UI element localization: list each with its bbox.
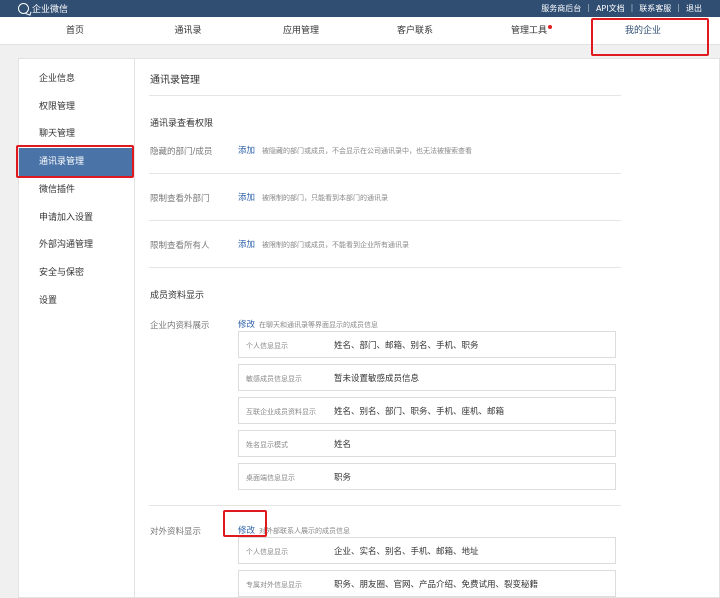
link-logout[interactable]: 退出 [686, 3, 702, 14]
edit-internal-display-link[interactable]: 修改 [238, 318, 255, 330]
info-value: 企业、实名、别名、手机、邮箱、地址 [334, 547, 479, 557]
link-contact-support[interactable]: 联系客服 [639, 3, 671, 14]
row-label-hidden-members: 隐藏的部门/成员 [150, 147, 213, 157]
divider [149, 267, 621, 268]
top-links: 服务商后台 | API文档 | 联系客服 | 退出 [541, 3, 702, 14]
add-restrict-other-depts-link[interactable]: 添加 [238, 191, 255, 203]
wecom-logo-icon [18, 3, 29, 14]
info-key: 专属对外信息显示 [246, 581, 302, 589]
section-title-member-display: 成员资料显示 [150, 291, 205, 301]
info-value: 姓名、部门、邮箱、别名、手机、职务 [334, 341, 479, 351]
divider: | [677, 3, 680, 12]
info-key: 敏感成员信息显示 [246, 375, 302, 383]
sidebar: 企业信息 权限管理 聊天管理 通讯录管理 微信插件 申请加入设置 外部沟通管理 … [19, 59, 135, 598]
sidebar-item-security[interactable]: 安全与保密 [19, 259, 135, 287]
sidebar-item-settings[interactable]: 设置 [19, 287, 135, 315]
info-value: 姓名 [334, 440, 352, 450]
info-row: 互联企业成员资料显示 姓名、别名、部门、职务、手机、座机、邮箱 [238, 397, 616, 424]
section-title-view-permission: 通讯录查看权限 [150, 119, 214, 129]
highlight-box [591, 18, 709, 56]
info-value: 职务 [334, 473, 352, 483]
divider: | [587, 3, 590, 12]
info-key: 互联企业成员资料显示 [246, 408, 316, 416]
nav-customer-contact[interactable]: 客户联系 [360, 17, 470, 45]
link-api-docs[interactable]: API文档 [596, 3, 625, 14]
row-desc: 被限制的部门或成员，不能看到企业所有通讯录 [262, 241, 409, 249]
row-desc: 被限制的部门，只能看到本部门的通讯录 [262, 194, 388, 202]
info-value: 职务、朋友圈、官网、产品介绍、免费试用、裂变秘籍 [334, 580, 539, 590]
nav-home[interactable]: 首页 [20, 17, 130, 45]
info-key: 个人信息显示 [246, 548, 288, 556]
info-row: 姓名显示模式 姓名 [238, 430, 616, 457]
notification-dot [548, 25, 552, 29]
divider: | [630, 3, 634, 12]
row-desc: 在聊天和通讯录等界面显示的成员信息 [259, 321, 378, 329]
highlight-box [223, 510, 267, 537]
info-key: 个人信息显示 [246, 342, 288, 350]
row-label-internal-display: 企业内资料展示 [150, 321, 210, 331]
link-provider-console[interactable]: 服务商后台 [541, 3, 581, 14]
info-row: 个人信息显示 姓名、部门、邮箱、别名、手机、职务 [238, 331, 616, 358]
divider [149, 505, 621, 506]
info-key: 桌面端信息显示 [246, 474, 295, 482]
logo[interactable]: 企业微信 [18, 2, 68, 15]
row-label-restrict-other-depts: 限制查看外部门 [150, 194, 210, 204]
row-label-restrict-all: 限制查看所有人 [150, 241, 210, 251]
info-key: 姓名显示模式 [246, 441, 288, 449]
info-row: 专属对外信息显示 职务、朋友圈、官网、产品介绍、免费试用、裂变秘籍 [238, 570, 616, 597]
sidebar-item-join-settings[interactable]: 申请加入设置 [19, 204, 135, 232]
info-value: 姓名、别名、部门、职务、手机、座机、邮箱 [334, 407, 505, 417]
info-row: 桌面端信息显示 职务 [238, 463, 616, 490]
sidebar-item-external-communication[interactable]: 外部沟通管理 [19, 231, 135, 259]
row-desc: 被隐藏的部门或成员，不会显示在公司通讯录中，也无法被搜索查看 [262, 147, 472, 155]
sidebar-item-chat-management[interactable]: 聊天管理 [19, 120, 135, 148]
divider [149, 95, 621, 96]
info-row: 敏感成员信息显示 暂未设置敏感成员信息 [238, 364, 616, 391]
nav-management-tools[interactable]: 管理工具 [474, 17, 584, 45]
nav-app-management[interactable]: 应用管理 [246, 17, 356, 45]
nav-contacts[interactable]: 通讯录 [133, 17, 243, 45]
top-bar: 企业微信 服务商后台 | API文档 | 联系客服 | 退出 [0, 0, 720, 17]
sidebar-item-permissions[interactable]: 权限管理 [19, 93, 135, 121]
sidebar-item-enterprise-info[interactable]: 企业信息 [19, 65, 135, 93]
row-desc: 对外部联系人展示的成员信息 [259, 527, 350, 535]
main-panel: 企业信息 权限管理 聊天管理 通讯录管理 微信插件 申请加入设置 外部沟通管理 … [18, 58, 720, 598]
info-row: 个人信息显示 企业、实名、别名、手机、邮箱、地址 [238, 537, 616, 564]
add-restrict-all-link[interactable]: 添加 [238, 238, 255, 250]
add-hidden-members-link[interactable]: 添加 [238, 144, 255, 156]
divider [149, 173, 621, 174]
divider [149, 220, 621, 221]
page-title: 通讯录管理 [150, 75, 200, 86]
sidebar-item-wechat-plugin[interactable]: 微信插件 [19, 176, 135, 204]
highlight-box [16, 145, 134, 178]
info-value: 暂未设置敏感成员信息 [334, 374, 420, 384]
logo-text: 企业微信 [32, 5, 69, 15]
row-label-external-display: 对外资料显示 [150, 527, 202, 537]
